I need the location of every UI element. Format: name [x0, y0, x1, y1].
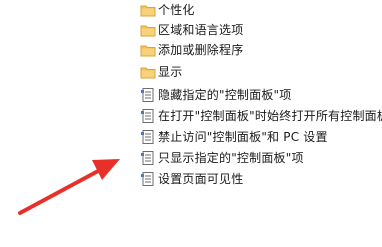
policy-setting-icon [140, 108, 156, 124]
policy-setting-icon [140, 150, 156, 166]
policy-item-label: 隐藏指定的"控制面板"项 [158, 88, 292, 102]
policy-item-label: 禁止访问"控制面板"和 PC 设置 [158, 130, 328, 144]
policy-setting-icon [140, 171, 156, 187]
policy-item-page-visibility[interactable]: 设置页面可见性 [140, 169, 382, 189]
policy-item-label: 设置页面可见性 [158, 172, 244, 186]
folder-icon [140, 42, 156, 58]
policy-item-label: 在打开"控制面板"时始终打开所有控制面板 [158, 109, 382, 123]
policy-setting-icon [140, 129, 156, 145]
folder-icon [140, 22, 156, 38]
folder-icon [140, 2, 156, 18]
tree-folder-personalization[interactable]: 个性化 [140, 0, 382, 20]
policy-item-hide-specified-items[interactable]: 隐藏指定的"控制面板"项 [140, 85, 382, 105]
tree-folder-add-remove-programs[interactable]: 添加或删除程序 [140, 40, 382, 60]
policy-item-always-open-all[interactable]: 在打开"控制面板"时始终打开所有控制面板 [140, 106, 382, 126]
tree-folder-label: 个性化 [158, 3, 195, 17]
policy-item-prohibit-access[interactable]: 禁止访问"控制面板"和 PC 设置 [140, 127, 382, 147]
tree-folder-label: 区域和语言选项 [158, 23, 244, 37]
tree-folder-region-language[interactable]: 区域和语言选项 [140, 20, 382, 40]
tree-folder-label: 添加或删除程序 [158, 43, 244, 57]
policy-item-label: 只显示指定的"控制面板"项 [158, 151, 304, 165]
policy-setting-icon [140, 87, 156, 103]
folder-icon [140, 64, 156, 80]
tree-folder-display[interactable]: 显示 [140, 62, 382, 82]
policy-item-show-only-specified[interactable]: 只显示指定的"控制面板"项 [140, 148, 382, 168]
tree-folder-label: 显示 [158, 65, 183, 79]
